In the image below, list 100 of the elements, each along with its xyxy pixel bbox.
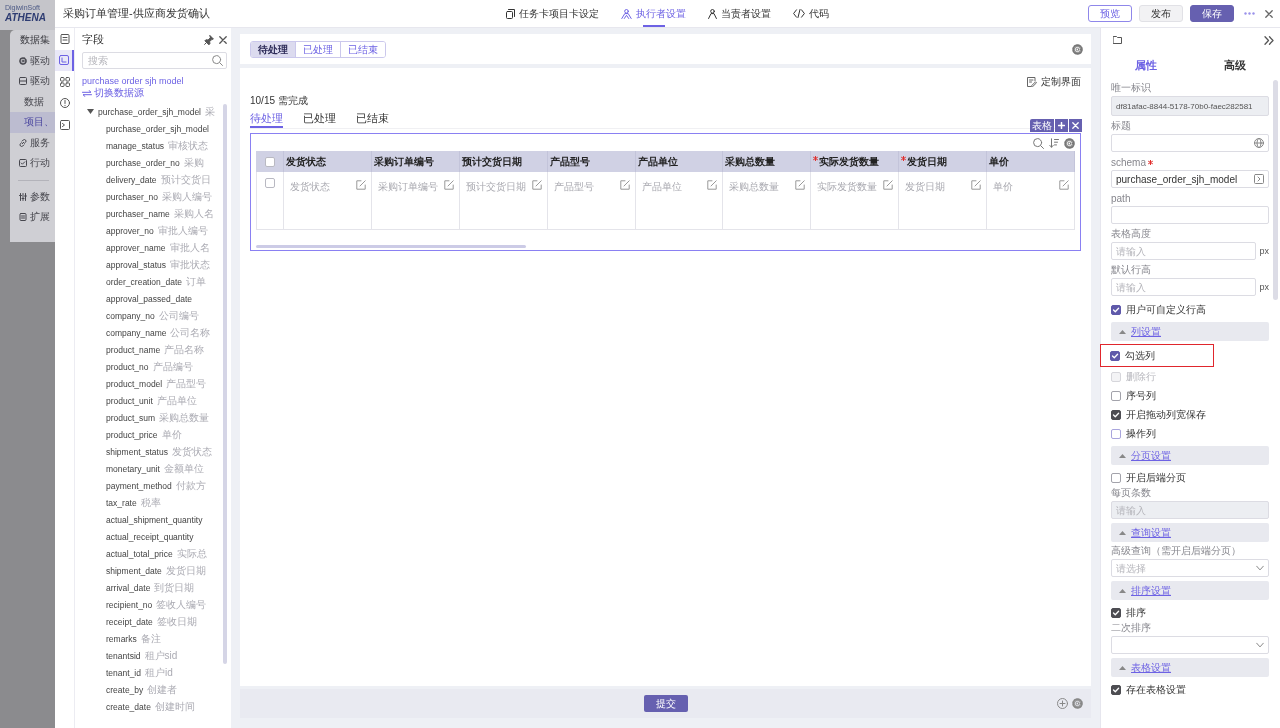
text-field[interactable]	[1111, 206, 1269, 224]
column-header[interactable]: 采购总数量	[723, 151, 812, 172]
edit-icon[interactable]	[795, 180, 806, 190]
field-name[interactable]: purchase_order_sjh_model	[98, 106, 201, 117]
field-name[interactable]: product_no	[106, 361, 149, 372]
checkbox[interactable]	[264, 156, 275, 167]
section-header[interactable]: 分页设置	[1111, 446, 1269, 465]
field-name[interactable]: tax_rate	[106, 497, 137, 508]
more-icon[interactable]	[1244, 12, 1255, 15]
field-name[interactable]: tenant_id	[106, 667, 141, 678]
edit-icon[interactable]	[883, 180, 894, 190]
field-name[interactable]: order_creation_date	[106, 276, 183, 287]
column-header[interactable]: 发货状态	[284, 151, 372, 172]
section-header[interactable]: 查询设置	[1111, 523, 1269, 542]
search-icon[interactable]	[212, 55, 223, 66]
field-name[interactable]: manage_status	[106, 140, 165, 151]
field-name[interactable]: product_sum	[106, 412, 156, 423]
column-header[interactable]: 单价	[987, 151, 1075, 172]
checkbox[interactable]	[1111, 607, 1121, 618]
field-name[interactable]: approval_status	[106, 259, 166, 270]
edit-icon[interactable]	[355, 180, 366, 190]
folder-icon[interactable]	[1113, 36, 1122, 44]
field-name[interactable]: approver_name	[106, 242, 166, 253]
column-header[interactable]: 发货日期	[899, 151, 988, 172]
edit-icon[interactable]	[619, 180, 630, 190]
select-field[interactable]	[1111, 636, 1269, 654]
plus-circle-icon[interactable]	[1057, 698, 1068, 709]
submit-button[interactable]: 提交	[643, 695, 688, 712]
customize-button[interactable]: 定制界面	[1027, 75, 1081, 89]
field-name[interactable]: company_name	[106, 327, 167, 338]
scrollbar-thumb[interactable]	[1273, 80, 1278, 300]
header-tab[interactable]: 任务卡项目卡设定	[495, 0, 610, 27]
section-header[interactable]: 列设置	[1111, 322, 1269, 341]
segment-tab[interactable]: 已结束	[340, 41, 385, 57]
publish-button[interactable]: 发布	[1139, 5, 1183, 22]
section-header[interactable]: 排序设置	[1111, 581, 1269, 600]
field-name[interactable]: purchase_order_sjh_model	[106, 123, 209, 134]
edit-icon[interactable]	[1059, 180, 1069, 190]
switch-datasource-link[interactable]: 切换数据源	[82, 87, 144, 99]
edit-icon[interactable]	[531, 180, 542, 190]
checkbox[interactable]	[1111, 409, 1121, 420]
checkbox[interactable]	[1111, 472, 1121, 483]
edit-icon[interactable]	[971, 180, 982, 190]
text-field[interactable]: 请输入	[1111, 278, 1257, 296]
menu-item[interactable]: 数据	[10, 91, 55, 112]
scrollbar-thumb[interactable]	[256, 245, 527, 248]
field-name[interactable]: payment_method	[106, 480, 172, 491]
field-name[interactable]: tenantsid	[106, 650, 141, 661]
select-field[interactable]: 请选择	[1111, 559, 1269, 577]
checkbox[interactable]	[265, 178, 275, 188]
field-name[interactable]: product_price	[106, 429, 158, 440]
field-name[interactable]: purchase_order_no	[106, 157, 180, 168]
field-name[interactable]: recipient_no	[106, 599, 153, 610]
segment-tab[interactable]: 待处理	[251, 41, 295, 57]
scrollbar-thumb[interactable]	[223, 104, 227, 664]
menu-item[interactable]: 驱动	[10, 50, 55, 71]
menu-item[interactable]: 项目、	[10, 112, 55, 133]
field-name[interactable]: monetary_unit	[106, 463, 160, 474]
panel-tab[interactable]: 属性	[1101, 52, 1191, 80]
field-name[interactable]: remarks	[106, 633, 137, 644]
settings-icon[interactable]	[1064, 137, 1075, 149]
field-name[interactable]: arrival_date	[106, 582, 151, 593]
menu-item[interactable]: 扩展	[10, 207, 55, 228]
close-icon[interactable]	[219, 35, 227, 44]
column-header[interactable]: 预计交货日期	[459, 151, 548, 172]
menu-item[interactable]: 参数	[10, 186, 55, 207]
section-header[interactable]: 表格设置	[1111, 658, 1269, 677]
picker-icon[interactable]	[1254, 174, 1264, 184]
caret-down-icon[interactable]	[87, 109, 94, 114]
settings-icon[interactable]	[1072, 698, 1083, 709]
menu-item[interactable]: 行动	[10, 153, 55, 174]
edit-icon[interactable]	[707, 180, 718, 190]
field-name[interactable]: approval_passed_date	[106, 293, 192, 304]
menu-item[interactable]: 驱动	[10, 71, 55, 92]
search-icon[interactable]	[1033, 137, 1044, 149]
field-name[interactable]: purchaser_no	[106, 191, 158, 202]
column-header[interactable]: 产品单位	[635, 151, 724, 172]
checkbox[interactable]	[1111, 390, 1121, 401]
text-field[interactable]	[1111, 134, 1269, 152]
settings-icon[interactable]	[1072, 43, 1083, 55]
field-name[interactable]: purchaser_name	[106, 208, 170, 219]
field-name[interactable]: shipment_status	[106, 446, 168, 457]
field-name[interactable]: actual_shipment_quantity	[106, 514, 203, 525]
sort-icon[interactable]	[1049, 138, 1059, 148]
checkbox[interactable]	[1111, 684, 1121, 695]
picker-field[interactable]: purchase_order_sjh_model	[1111, 170, 1269, 188]
search-field[interactable]: 搜索	[82, 52, 227, 69]
close-icon[interactable]	[1265, 9, 1273, 18]
menu-item[interactable]: 服务	[10, 132, 55, 153]
column-header[interactable]: 产品型号	[547, 151, 636, 172]
delete-button[interactable]	[1068, 119, 1082, 132]
field-name[interactable]: shipment_date	[106, 565, 162, 576]
field-name[interactable]: delivery_date	[106, 174, 157, 185]
header-tab[interactable]: 当责者设置	[697, 0, 782, 27]
column-header[interactable]: 采购订单编号	[371, 151, 460, 172]
save-button[interactable]: 保存	[1190, 5, 1234, 22]
checkbox[interactable]	[1111, 428, 1121, 439]
tab[interactable]: 待处理	[250, 111, 283, 128]
checkbox[interactable]	[1111, 304, 1121, 315]
field-name[interactable]: product_name	[106, 344, 161, 355]
